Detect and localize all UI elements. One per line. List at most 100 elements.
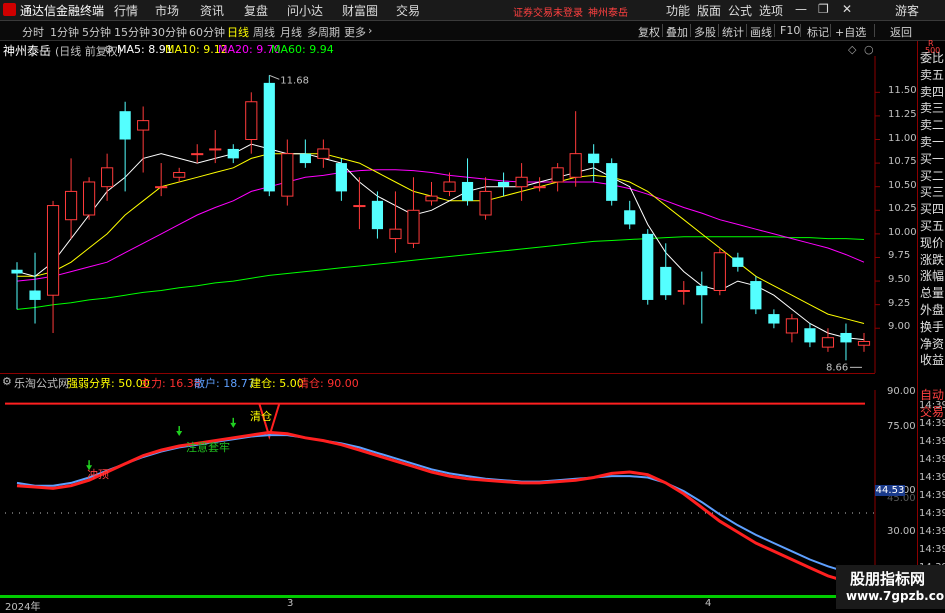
rp-field-4[interactable]: 卖二 (920, 116, 944, 133)
price-tick-9: 9.25 (888, 297, 911, 309)
rp-field-11[interactable]: 现价 (920, 234, 944, 251)
tool-fuquan[interactable]: 复权 (638, 24, 660, 40)
candle-body-39 (713, 252, 726, 291)
expand-chevron-icon[interactable]: ◇ (848, 43, 856, 56)
period-multi[interactable]: 多周期 (307, 24, 340, 40)
menu-zixun[interactable]: 资讯 (200, 2, 224, 19)
period-60min[interactable]: 60分钟 (189, 24, 225, 40)
rp-field-6[interactable]: 买一 (920, 150, 944, 167)
rp-field-9[interactable]: 买四 (920, 200, 944, 217)
tool-diejia[interactable]: 叠加 (666, 24, 688, 40)
candle-body-35 (642, 233, 654, 300)
settings-gear-icon[interactable]: ⚙ (104, 43, 114, 56)
menu-gongshi[interactable]: 公式 (728, 2, 752, 19)
tool-biaoji[interactable]: 标记 (807, 24, 829, 40)
candle-body-18 (335, 163, 347, 192)
kline-chart[interactable]: 11.68 8.66 (0, 56, 917, 373)
period-monthly[interactable]: 月线 (280, 24, 302, 40)
ind-axis-75: 75.00 (887, 421, 916, 432)
period-1min[interactable]: 1分钟 (50, 24, 79, 40)
tool-tongji[interactable]: 统计 (722, 24, 744, 40)
tool-zixuan[interactable]: +自选 (835, 24, 866, 40)
buy-arrow-head-2 (230, 422, 237, 428)
tool-f10[interactable]: F10 (780, 24, 800, 37)
rp-field-3[interactable]: 卖三 (920, 99, 944, 116)
period-fenshi[interactable]: 分时 (22, 24, 44, 40)
rp-field-10[interactable]: 买五 (920, 217, 944, 234)
menu-shichang[interactable]: 市场 (155, 2, 179, 19)
rp-field-18[interactable]: 收益 (920, 351, 944, 368)
indicator-settings-icon[interactable]: ⚙ (2, 375, 12, 388)
tool-duogu[interactable]: 多股 (694, 24, 716, 40)
rp-field-2[interactable]: 卖四 (920, 83, 944, 100)
candle-body-47 (857, 340, 871, 346)
time-tick-0: 14:39 (919, 400, 945, 411)
candle-body-13 (245, 101, 258, 140)
candle-body-38 (696, 285, 708, 296)
menu-bar: 通达信金融终端 行情 市场 资讯 复盘 问小达 财富圈 交易 证券交易未登录 神… (0, 0, 945, 21)
rp-field-17[interactable]: 净资 (920, 335, 944, 352)
period-daily[interactable]: 日线 (227, 24, 249, 40)
period-15min[interactable]: 15分钟 (114, 24, 150, 40)
indicator-chart[interactable] (0, 390, 917, 595)
menu-jiaoyi[interactable]: 交易 (396, 2, 420, 19)
low-mark-label: 8.66 (826, 362, 848, 373)
buy-arrow-head-1 (176, 431, 183, 437)
close-icon[interactable]: ✕ (842, 2, 852, 16)
candle-body-11 (209, 148, 222, 151)
tool-huaxian[interactable]: 画线 (750, 24, 772, 40)
menu-hangqing[interactable]: 行情 (114, 2, 138, 19)
candle-body-9 (173, 172, 186, 178)
candle-body-8 (155, 186, 168, 189)
candle-body-42 (768, 314, 780, 324)
more-chevron-icon[interactable]: › (368, 24, 372, 37)
price-tick-8: 9.50 (888, 274, 911, 286)
close-chart-icon[interactable]: ○ (864, 43, 874, 56)
rp-field-7[interactable]: 买二 (920, 167, 944, 184)
period-5min[interactable]: 5分钟 (82, 24, 111, 40)
menu-fupan[interactable]: 复盘 (244, 2, 268, 19)
restore-icon[interactable]: ❐ (818, 2, 829, 16)
menu-wenxiaoda[interactable]: 问小达 (287, 2, 323, 19)
rp-field-13[interactable]: 涨幅 (920, 267, 944, 284)
zhuli-line (16, 430, 865, 586)
candle-body-33 (606, 163, 618, 201)
rp-field-0[interactable]: 委比 (920, 49, 944, 66)
zhuyi-taolao-annotation: 注意套牢 (186, 441, 230, 454)
ma60-label: MA60: 9.94 (271, 43, 334, 56)
menu-caifuquan[interactable]: 财富圈 (342, 2, 378, 19)
candle-body-40 (732, 257, 744, 267)
menu-xuanxiang[interactable]: 选项 (759, 2, 783, 19)
price-tick-1: 11.25 (888, 108, 917, 120)
candle-body-15 (281, 153, 294, 197)
period-30min[interactable]: 30分钟 (151, 24, 187, 40)
candle-body-43 (785, 318, 798, 334)
watermark-title: 股朋指标网 (850, 570, 926, 588)
period-weekly[interactable]: 周线 (253, 24, 275, 40)
rp-field-8[interactable]: 买三 (920, 183, 944, 200)
rp-field-14[interactable]: 总量 (920, 284, 944, 301)
candle-body-20 (371, 200, 384, 230)
rp-field-15[interactable]: 外盘 (920, 301, 944, 318)
broker-status[interactable]: 证券交易未登录 (513, 4, 583, 19)
candle-body-45 (821, 337, 835, 348)
rp-field-5[interactable]: 卖一 (920, 133, 944, 150)
period-more[interactable]: 更多 (344, 24, 366, 40)
time-tick-4: 14:39 (919, 472, 945, 483)
stock-tag[interactable]: 神州泰岳 (588, 4, 628, 19)
indicator-axis: 90.00 75.00 60.00 45.00 30.00 44.53 (875, 383, 917, 595)
menu-gongneng[interactable]: 功能 (666, 2, 690, 19)
candle-body-7 (137, 120, 150, 131)
high-mark-label: 11.68 (280, 75, 309, 86)
minimize-icon[interactable]: — (795, 2, 807, 16)
candle-body-4 (83, 181, 96, 216)
rp-field-12[interactable]: 涨跌 (920, 251, 944, 268)
price-tick-6: 10.00 (888, 226, 917, 238)
indicator-name[interactable]: 乐淘公式网 (14, 375, 69, 391)
tool-back[interactable]: 返回 (890, 24, 912, 40)
menu-banmian[interactable]: 版面 (697, 2, 721, 19)
guest-label[interactable]: 游客 (895, 2, 919, 19)
rp-field-16[interactable]: 换手 (920, 318, 944, 335)
rp-field-1[interactable]: 卖五 (920, 66, 944, 83)
candle-body-31 (569, 153, 582, 178)
